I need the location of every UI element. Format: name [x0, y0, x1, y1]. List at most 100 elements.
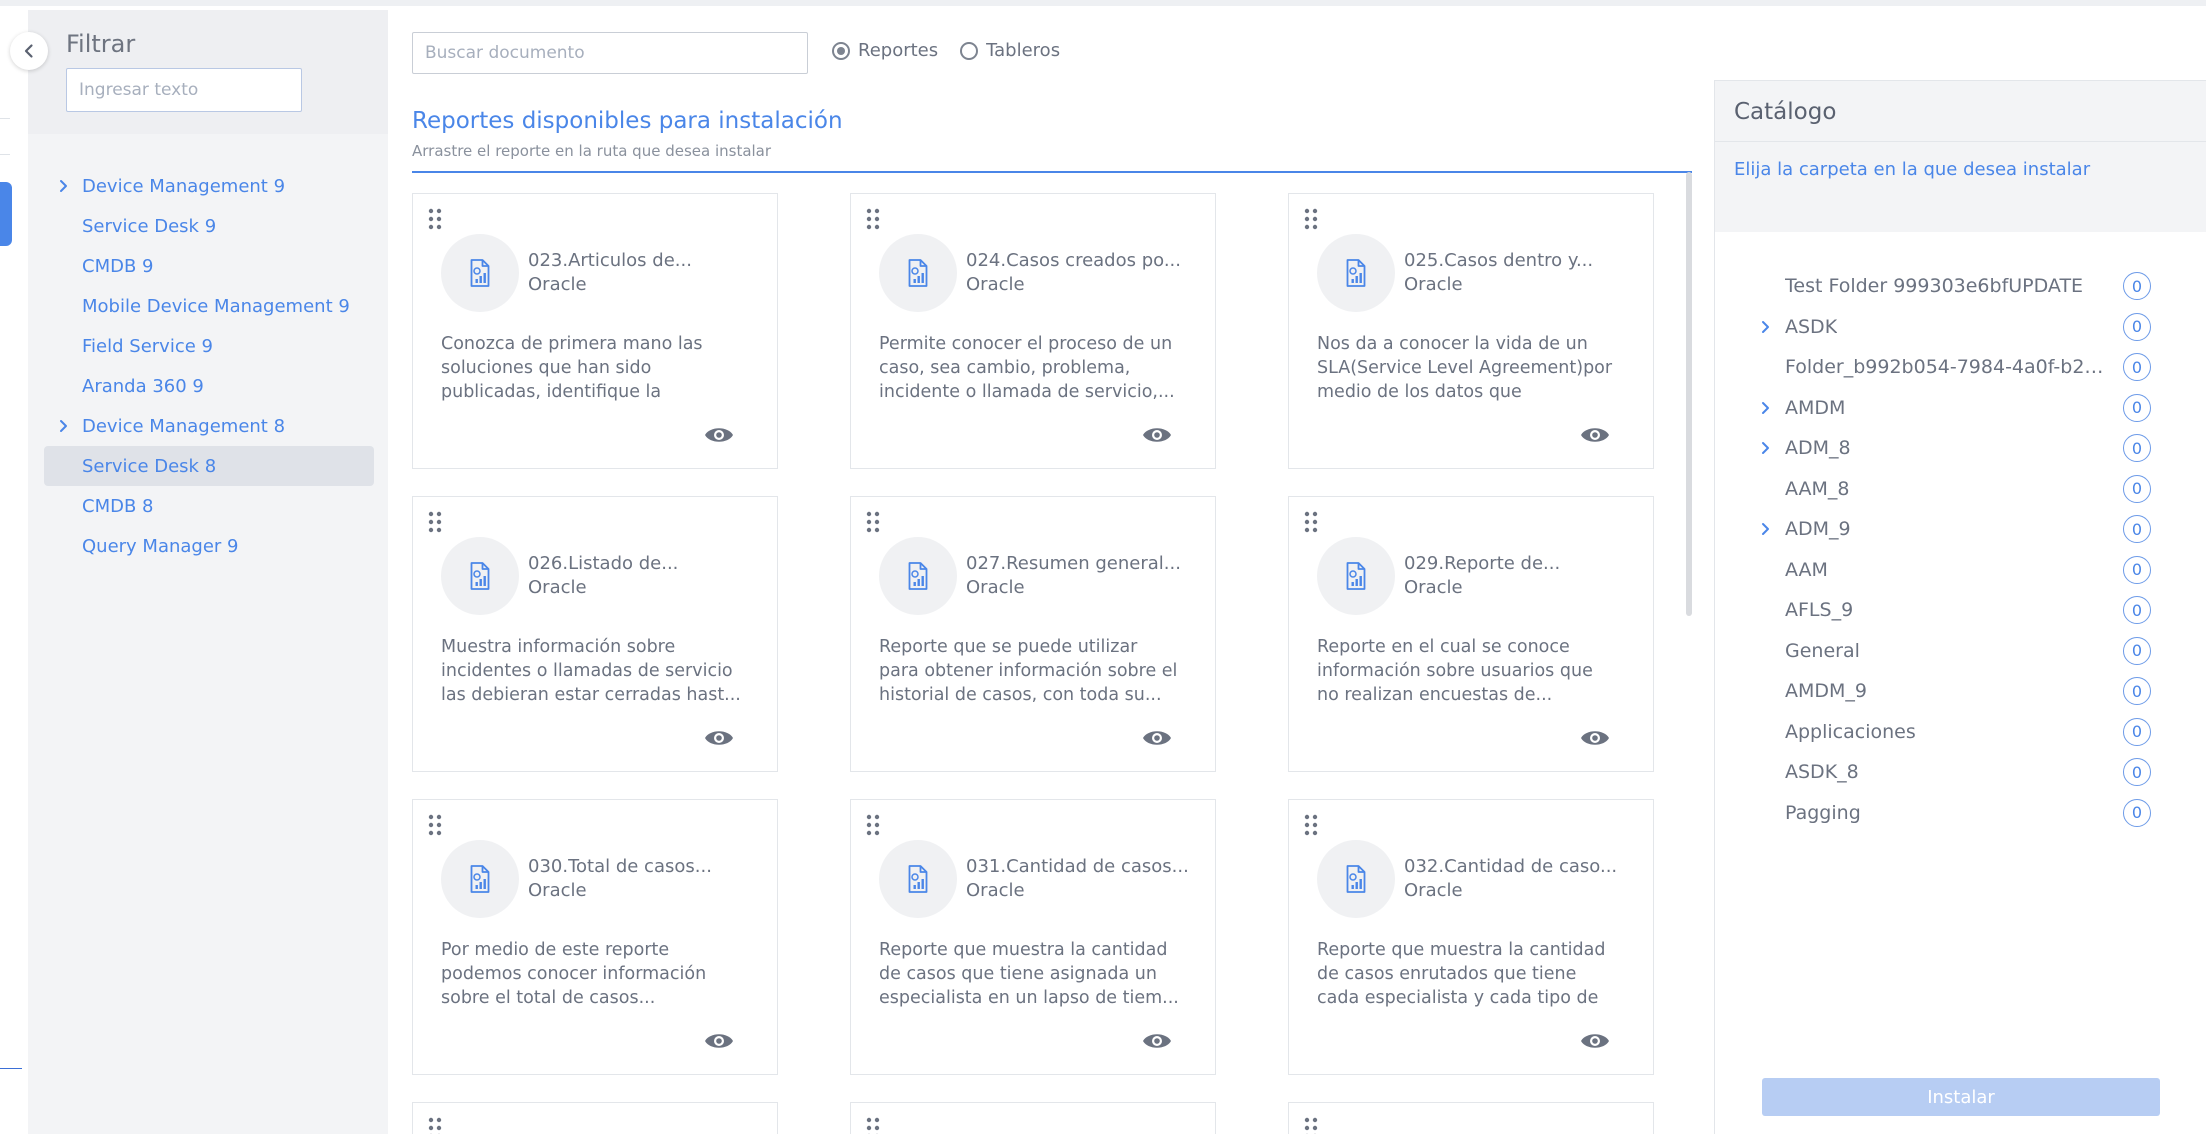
eye-icon[interactable] — [1579, 424, 1611, 446]
tree-item[interactable]: CMDB 9 — [44, 246, 374, 286]
report-avatar — [441, 234, 519, 312]
search-document-input[interactable] — [412, 32, 808, 74]
eye-icon[interactable] — [1579, 727, 1611, 749]
radio-label: Reportes — [858, 40, 939, 61]
report-card[interactable]: 030.Total de casos... Oracle Por medio de … — [412, 799, 778, 1075]
chevron-right-icon[interactable] — [1758, 401, 1772, 415]
catalog-folder[interactable]: ASDK 0 — [1715, 307, 2206, 348]
catalog-subtitle: Elija la carpeta en la que desea instala… — [1734, 159, 2091, 180]
drag-handle-icon[interactable] — [1303, 814, 1319, 836]
catalog-folder[interactable]: ADM_8 0 — [1715, 428, 2206, 469]
report-description: Muestra información sobre incidentes o l… — [441, 637, 741, 705]
report-document-icon — [470, 562, 490, 590]
catalog-folder[interactable]: Folder_b992b054-7984-4a0f-b293... 0 — [1715, 347, 2206, 388]
catalog-folder[interactable]: Test Folder 999303e6bfUPDATE 0 — [1715, 266, 2206, 307]
chevron-right-icon[interactable] — [1758, 522, 1772, 536]
folder-count-badge: 0 — [2123, 636, 2151, 665]
radio-reportes[interactable]: Reportes — [832, 40, 938, 61]
folder-count-badge: 0 — [2123, 515, 2151, 543]
tree-item[interactable]: Device Management 8 — [44, 406, 374, 446]
tree-item-label: Service Desk 9 — [82, 215, 217, 237]
eye-icon[interactable] — [703, 727, 735, 749]
report-card[interactable]: 029.Reporte de... Oracle Reporte en el cua… — [1288, 496, 1654, 772]
eye-icon[interactable] — [703, 1030, 735, 1052]
report-document-icon — [908, 259, 928, 287]
report-card[interactable]: 023.Articulos de... Oracle Conozca de prim… — [412, 193, 778, 469]
drag-handle-icon[interactable] — [865, 208, 881, 230]
radio-button[interactable] — [832, 41, 850, 60]
catalog-folder[interactable]: Applicaciones 0 — [1715, 712, 2206, 753]
report-card[interactable]: 032.Cantidad de caso... Oracle Reporte que… — [1288, 799, 1654, 1075]
report-title: 027.Resumen general... — [966, 553, 1181, 574]
drag-handle-icon[interactable] — [865, 1117, 881, 1134]
catalog-folder[interactable]: AFLS_9 0 — [1715, 590, 2206, 631]
tree-item-label: Mobile Device Management 9 — [82, 295, 350, 317]
tree-item[interactable]: Service Desk 8 — [44, 446, 374, 486]
drag-handle-icon[interactable] — [427, 511, 443, 533]
report-card[interactable]: 027.Resumen general... Oracle Reporte que … — [850, 496, 1216, 772]
report-document-icon — [470, 259, 490, 287]
tree-item[interactable]: Device Management 9 — [44, 166, 374, 206]
drag-handle-icon[interactable] — [1303, 1117, 1319, 1134]
drag-handle-icon[interactable] — [865, 511, 881, 533]
nav-divider — [0, 118, 10, 119]
report-provider: Oracle — [1404, 274, 1463, 295]
eye-icon[interactable] — [1141, 1030, 1173, 1052]
drag-handle-icon[interactable] — [1303, 511, 1319, 533]
folder-name: Folder_b992b054-7984-4a0f-b293... — [1785, 356, 2115, 379]
drag-handle-icon[interactable] — [427, 208, 443, 230]
folder-count-badge: 0 — [2123, 434, 2151, 462]
folder-name: Test Folder 999303e6bfUPDATE — [1785, 275, 2084, 298]
catalog-folder[interactable]: ASDK_8 0 — [1715, 752, 2206, 793]
radio-button[interactable] — [960, 41, 979, 60]
tree-item[interactable]: CMDB 8 — [44, 486, 374, 526]
report-avatar — [441, 537, 519, 615]
eye-icon[interactable] — [1141, 424, 1173, 446]
chevron-right-icon[interactable] — [56, 179, 70, 193]
collapse-panel-button[interactable] — [10, 32, 48, 70]
drag-handle-icon[interactable] — [1303, 208, 1319, 230]
tree-item[interactable]: Service Desk 9 — [44, 206, 374, 246]
report-title: 026.Listado de... — [528, 553, 679, 574]
chevron-right-icon[interactable] — [1758, 441, 1772, 455]
report-card[interactable] — [412, 1102, 778, 1134]
tree-item-label: Field Service 9 — [82, 335, 213, 357]
top-border — [0, 0, 2206, 6]
report-card[interactable]: 031.Cantidad de casos... Oracle Reporte qu… — [850, 799, 1216, 1075]
tree-item[interactable]: Aranda 360 9 — [44, 366, 374, 406]
eye-icon[interactable] — [703, 424, 735, 446]
filter-input[interactable] — [66, 68, 302, 112]
report-description: Permite conocer el proceso de un caso, s… — [879, 334, 1175, 402]
tree-item[interactable]: Query Manager 9 — [44, 526, 374, 566]
radio-tableros[interactable]: Tableros — [960, 40, 1060, 61]
chevron-right-icon[interactable] — [56, 419, 70, 433]
report-card[interactable]: 024.Casos creados po... Oracle Permite con… — [850, 193, 1216, 469]
chevron-left-icon — [24, 44, 33, 58]
folder-name: ASDK — [1785, 315, 1838, 338]
install-button[interactable]: Instalar — [1762, 1078, 2160, 1116]
drag-handle-icon[interactable] — [427, 1117, 443, 1134]
catalog-folder[interactable]: General 0 — [1715, 631, 2206, 672]
catalog-folder[interactable]: ADM_9 0 — [1715, 509, 2206, 550]
eye-icon[interactable] — [1579, 1030, 1611, 1052]
catalog-folder[interactable]: AMDM_9 0 — [1715, 671, 2206, 712]
catalog-folder[interactable]: Pagging 0 — [1715, 793, 2206, 834]
catalog-title: Catálogo — [1734, 99, 1837, 125]
report-card[interactable]: 025.Casos dentro y... Oracle Nos da a cono… — [1288, 193, 1654, 469]
catalog-folder[interactable]: AAM 0 — [1715, 550, 2206, 591]
drag-handle-icon[interactable] — [865, 814, 881, 836]
report-card[interactable] — [850, 1102, 1216, 1134]
tree-item[interactable]: Mobile Device Management 9 — [44, 286, 374, 326]
drag-handle-icon[interactable] — [427, 814, 443, 836]
chevron-right-icon[interactable] — [1758, 320, 1772, 334]
report-card[interactable]: 026.Listado de... Oracle Muestra informaci… — [412, 496, 778, 772]
report-card[interactable] — [1288, 1102, 1654, 1134]
cards-scrollbar[interactable] — [1686, 172, 1692, 616]
active-nav-indicator[interactable] — [0, 182, 12, 246]
report-avatar — [1317, 840, 1395, 918]
catalog-folder[interactable]: AMDM 0 — [1715, 388, 2206, 429]
report-cards-grid: 023.Articulos de... Oracle Conozca de prim… — [412, 193, 1688, 1134]
tree-item[interactable]: Field Service 9 — [44, 326, 374, 366]
catalog-folder[interactable]: AAM_8 0 — [1715, 469, 2206, 510]
eye-icon[interactable] — [1141, 727, 1173, 749]
